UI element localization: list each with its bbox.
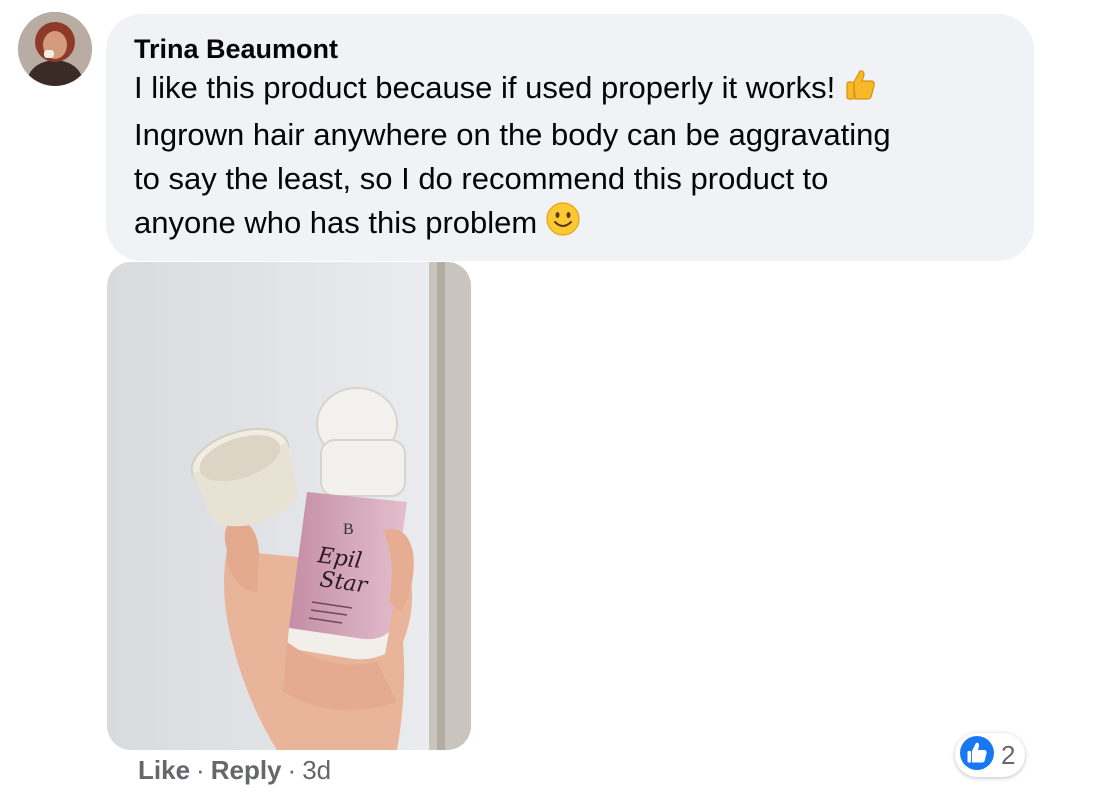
comment-text: I like this product because if used prop… — [134, 70, 836, 105]
like-reaction-icon — [959, 735, 995, 776]
bottle-brand-mark: B — [343, 521, 354, 538]
comment-text-line-4: anyone who has this problem — [134, 201, 1006, 249]
comment-author[interactable]: Trina Beaumont — [134, 32, 1006, 66]
reactions-summary[interactable]: 2 — [955, 733, 1026, 777]
comment-text-line-2: Ingrown hair anywhere on the body can be… — [134, 116, 891, 152]
thumbs-up-emoji-icon — [843, 67, 877, 113]
reply-link[interactable]: Reply — [211, 755, 282, 785]
smiling-face-emoji-icon — [545, 201, 581, 249]
separator: · — [196, 755, 205, 785]
separator: · — [287, 755, 297, 785]
like-link[interactable]: Like — [138, 755, 190, 785]
author-avatar[interactable] — [18, 12, 92, 86]
comment-bubble: Trina Beaumont I like this product becau… — [106, 14, 1034, 261]
reaction-count: 2 — [1001, 739, 1016, 770]
comment-text: anyone who has this problem — [134, 205, 538, 240]
comment-text-line-1: I like this product because if used prop… — [134, 66, 1006, 113]
timestamp[interactable]: 3d — [302, 755, 331, 785]
comment-text-line-3: to say the least, so I do recommend this… — [134, 160, 829, 196]
comment-photo[interactable]: B Epil Star — [107, 262, 471, 750]
comment-actions: Like · Reply · 3d — [138, 752, 331, 788]
